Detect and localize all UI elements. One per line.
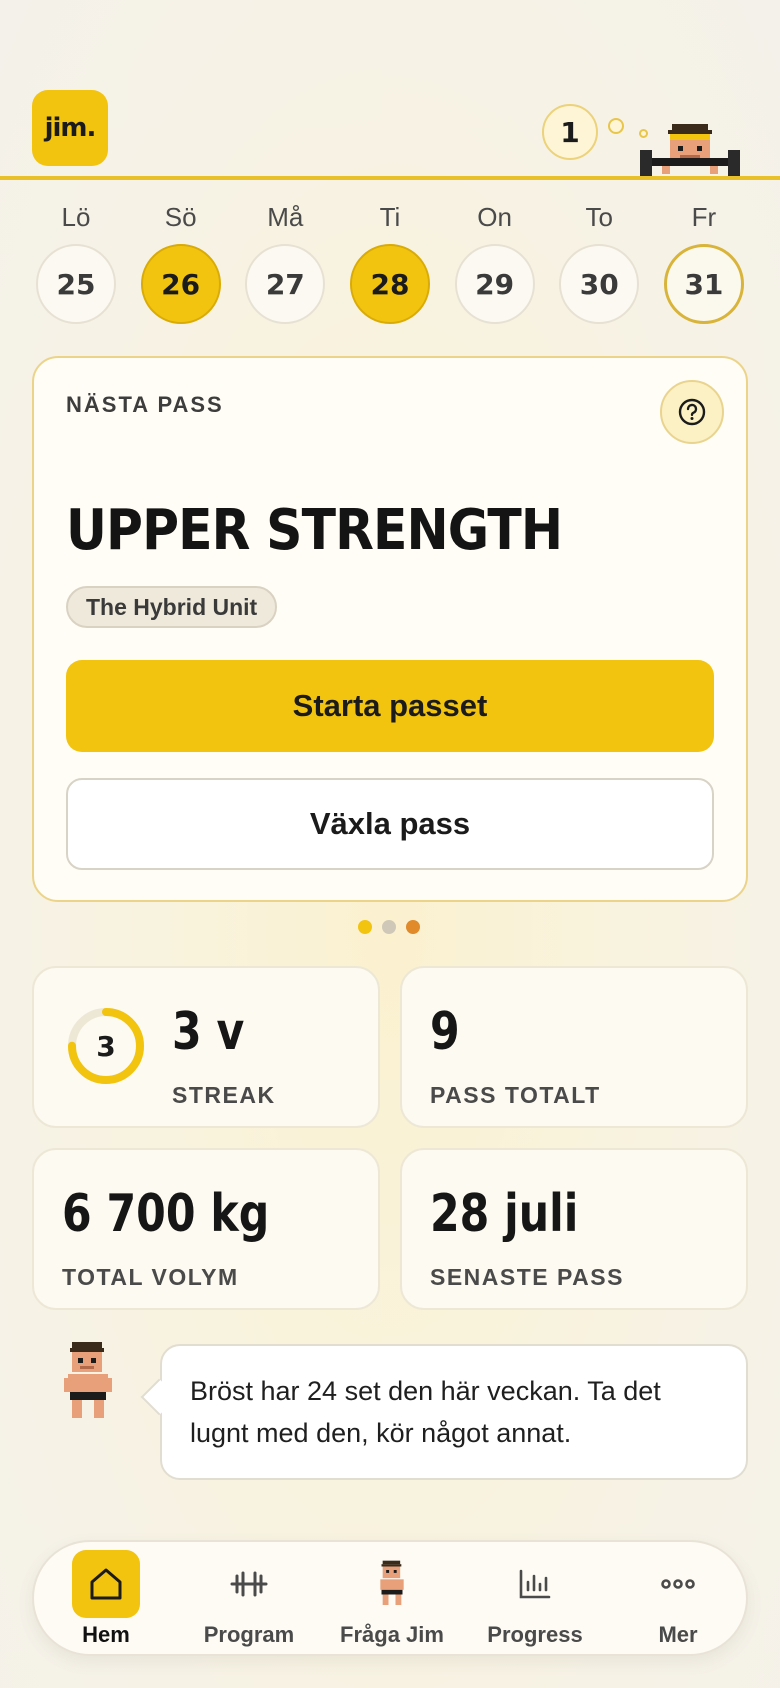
jim-avatar-icon — [64, 1342, 112, 1418]
day-2[interactable]: Må 27 — [245, 200, 326, 326]
carousel-dot[interactable] — [358, 920, 372, 934]
carousel-dots — [358, 920, 420, 934]
day-name: Sö — [164, 202, 197, 232]
dumbbell-icon — [215, 1550, 283, 1618]
day-date[interactable]: 26 — [140, 244, 221, 324]
nav-progress[interactable]: Progress — [465, 1542, 605, 1658]
next-session-label: NÄSTA PASS — [66, 392, 224, 417]
day-name: Må — [267, 202, 304, 232]
home-icon — [72, 1550, 140, 1618]
day-date[interactable]: 31 — [663, 244, 744, 324]
nav-more[interactable]: Mer — [608, 1542, 748, 1658]
carousel-dot[interactable] — [406, 920, 420, 934]
day-date[interactable]: 29 — [454, 244, 535, 324]
day-date[interactable]: 25 — [36, 244, 116, 324]
switch-session-button[interactable]: Växla pass — [66, 778, 714, 870]
next-session-card: NÄSTA PASS UPPER STRENGTH The Hybrid Uni… — [32, 356, 748, 902]
nav-program[interactable]: Program — [179, 1542, 319, 1658]
day-name: On — [477, 202, 512, 232]
day-name: Fr — [691, 202, 717, 232]
total-volume-value: 6 700 kg — [62, 1184, 270, 1244]
more-dots-icon — [644, 1550, 712, 1618]
streak-label: STREAK — [172, 1082, 276, 1108]
workout-title: UPPER STRENGTH — [66, 498, 563, 563]
day-6[interactable]: Fr 31 — [663, 200, 744, 326]
program-chip[interactable]: The Hybrid Unit — [66, 586, 278, 628]
day-name: To — [585, 202, 614, 232]
help-button[interactable] — [660, 380, 724, 444]
jim-avatar-icon — [358, 1550, 426, 1618]
notification-badge[interactable]: 1 — [542, 104, 598, 160]
bottom-nav: Hem Program Fråga Jim Progress Mer — [32, 1540, 748, 1656]
day-3[interactable]: Ti 28 — [349, 200, 430, 326]
nav-label: Mer — [658, 1622, 698, 1647]
bar-chart-icon — [501, 1550, 569, 1618]
nav-home[interactable]: Hem — [36, 1542, 176, 1658]
last-session-label: SENASTE PASS — [430, 1264, 624, 1290]
total-sessions-value: 9 — [430, 1002, 460, 1062]
pixel-lifter-icon — [640, 124, 740, 176]
day-0[interactable]: Lö 25 — [36, 200, 116, 326]
nav-label: Fråga Jim — [340, 1622, 444, 1647]
total-sessions-card: 9 PASS TOTALT — [400, 966, 748, 1128]
day-date[interactable]: 28 — [349, 244, 430, 324]
question-circle-icon — [678, 398, 706, 426]
nav-ask-jim[interactable]: Fråga Jim — [322, 1542, 462, 1658]
top-bar: jim. 1 — [0, 0, 780, 180]
day-4[interactable]: On 29 — [454, 200, 535, 326]
day-name: Lö — [61, 202, 91, 232]
day-name: Ti — [379, 202, 401, 232]
streak-card: 3 3 v STREAK — [32, 966, 380, 1128]
nav-label: Program — [203, 1622, 295, 1647]
streak-ring-value: 3 — [96, 1029, 116, 1063]
header-divider — [0, 176, 780, 180]
day-date[interactable]: 30 — [559, 244, 640, 324]
jim-speech-bubble: Bröst har 24 set den här veckan. Ta det … — [160, 1344, 748, 1480]
total-volume-card: 6 700 kg TOTAL VOLYM — [32, 1148, 380, 1310]
total-sessions-label: PASS TOTALT — [430, 1082, 601, 1108]
carousel-dot[interactable] — [382, 920, 396, 934]
day-5[interactable]: To 30 — [559, 200, 640, 326]
nav-label: Hem — [82, 1622, 130, 1647]
app-logo[interactable]: jim. — [32, 90, 108, 166]
thought-bubble-large — [608, 118, 624, 134]
last-session-card: 28 juli SENASTE PASS — [400, 1148, 748, 1310]
nav-label: Progress — [487, 1622, 583, 1647]
last-session-value: 28 juli — [430, 1184, 579, 1244]
day-date[interactable]: 27 — [245, 244, 326, 324]
start-session-button[interactable]: Starta passet — [66, 660, 714, 752]
total-volume-label: TOTAL VOLYM — [62, 1264, 239, 1290]
streak-value: 3 v — [172, 1002, 245, 1062]
week-strip: Lö 25 Sö 26 Må 27 Ti 28 On 29 To 30 Fr 3… — [36, 200, 744, 326]
day-1[interactable]: Sö 26 — [140, 200, 221, 326]
